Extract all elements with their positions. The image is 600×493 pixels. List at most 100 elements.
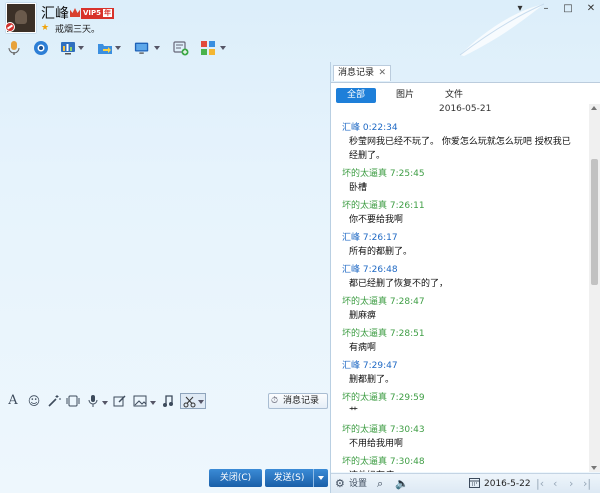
first-page-icon[interactable]: |‹ (536, 477, 544, 491)
vip-badge[interactable]: VIP5 年 (81, 8, 115, 19)
add-app-icon (173, 41, 189, 56)
chat-area: A ☺ 消息记录 (0, 62, 330, 493)
message-time: 7:28:51 (389, 329, 425, 339)
next-page-icon[interactable]: › (569, 477, 573, 491)
tab-message-history[interactable]: 消息记录 ✕ (333, 65, 391, 81)
add-app-button[interactable] (173, 40, 189, 58)
emoji-icon[interactable]: ☺ (27, 394, 41, 408)
message-header: 坏的太逼真 7:25:45 (342, 166, 425, 179)
message-sender[interactable]: 汇峰 (342, 123, 360, 133)
screen-share-button[interactable] (60, 40, 84, 58)
last-page-icon[interactable]: ›| (583, 477, 591, 491)
font-icon[interactable]: A (6, 394, 20, 408)
message-sender[interactable]: 坏的太逼真 (342, 425, 387, 435)
message-sender[interactable]: 坏的太逼真 (342, 457, 387, 467)
do-not-disturb-icon (5, 22, 15, 32)
message-header: 汇峰 7:26:17 (342, 230, 398, 243)
message-time: 7:30:48 (389, 457, 425, 467)
close-window-button[interactable]: ✕ (583, 3, 599, 15)
message-sender[interactable]: 坏的太逼真 (342, 297, 387, 307)
message-header: 坏的太逼真 7:26:11 (342, 198, 425, 211)
calendar-icon[interactable] (469, 477, 480, 492)
message-time: 7:29:59 (389, 393, 425, 403)
message-header: 坏的太逼真 7:28:51 (342, 326, 425, 339)
format-toolbar: A ☺ 消息记录 (0, 390, 330, 414)
message-time: 7:30:43 (389, 425, 425, 435)
message-sender[interactable]: 汇峰 (342, 361, 360, 371)
voice-message-icon[interactable] (86, 394, 100, 408)
message-header: 坏的太逼真 7:28:47 (342, 294, 425, 307)
message-sender[interactable]: 坏的太逼真 (342, 329, 387, 339)
scrollbar-thumb[interactable] (591, 159, 598, 285)
chevron-down-icon (154, 46, 160, 50)
video-camera-icon (34, 41, 48, 55)
filter-all[interactable]: 全部 (336, 88, 376, 103)
message-text: 这他妈有病 (349, 469, 571, 472)
message-sender[interactable]: 坏的太逼真 (342, 393, 387, 403)
contact-name[interactable]: 汇峰 (41, 3, 69, 23)
microphone-icon (8, 41, 20, 55)
music-icon[interactable] (161, 394, 175, 408)
message-sender[interactable]: 坏的太逼真 (342, 169, 387, 179)
send-button[interactable]: 发送(S) (265, 469, 313, 487)
vip-label: VIP5 (83, 9, 102, 17)
volume-icon[interactable]: 🔈 (395, 477, 409, 491)
message-log[interactable]: 2016-05-21 汇峰 0:22:34 秒莹网我已经不玩了。 你爱怎么玩就怎么… (331, 104, 589, 472)
voice-call-button[interactable] (6, 40, 22, 58)
chevron-down-icon (78, 46, 84, 50)
skin-button[interactable]: ▾ (512, 3, 528, 15)
chevron-down-icon[interactable] (102, 401, 108, 405)
magic-wand-icon[interactable] (47, 394, 61, 408)
message-sender[interactable]: 汇峰 (342, 265, 360, 275)
close-button[interactable]: 关闭(C) (209, 469, 262, 487)
message-header: 汇峰 7:29:47 (342, 358, 398, 371)
history-panel: 消息记录 ✕ 全部 图片 文件 2016-05-21 汇峰 0:22:34 秒莹网… (331, 62, 600, 493)
message-text: 都已经删了恢复不的了， (349, 279, 449, 289)
filter-images[interactable]: 图片 (385, 88, 425, 103)
prev-page-icon[interactable]: ‹ (553, 477, 557, 491)
screenshot-button[interactable] (180, 393, 206, 409)
history-filter-bar: 全部 图片 文件 (331, 82, 600, 104)
message-time: 7:26:11 (389, 201, 425, 211)
close-tab-icon[interactable]: ✕ (378, 66, 386, 81)
message-text: 你不要给我啊 (349, 215, 404, 225)
chevron-down-icon (115, 46, 121, 50)
chevron-down-icon[interactable] (150, 401, 156, 405)
message-sender[interactable]: 坏的太逼真 (342, 201, 387, 211)
message-text: 艹 (349, 407, 359, 417)
message-header: 坏的太逼真 7:30:43 (342, 422, 425, 435)
scissors-icon (183, 396, 196, 408)
scroll-down-icon[interactable] (591, 466, 597, 470)
remote-desktop-icon (134, 42, 149, 54)
shake-window-icon[interactable] (66, 394, 80, 408)
message-text: 删麻痹 (349, 311, 377, 321)
scroll-up-icon[interactable] (591, 106, 597, 110)
settings-label[interactable]: 设置 (349, 477, 367, 491)
crown-icon (70, 8, 80, 17)
message-header: 汇峰 0:22:34 (342, 120, 398, 133)
send-options-button[interactable] (313, 469, 328, 487)
message-header: 汇峰 7:26:48 (342, 262, 398, 275)
maximize-button[interactable]: □ (560, 3, 576, 15)
search-icon[interactable]: ⌕ (377, 477, 383, 491)
video-call-button[interactable] (33, 40, 49, 58)
message-text: 所有的都删了。 (349, 247, 413, 257)
file-transfer-button[interactable] (97, 40, 121, 58)
message-input[interactable] (0, 414, 330, 466)
filter-files[interactable]: 文件 (434, 88, 474, 103)
minimize-button[interactable]: – (538, 3, 554, 15)
message-sender[interactable]: 汇峰 (342, 233, 360, 243)
history-scrollbar[interactable] (589, 104, 600, 472)
star-icon: ★ (41, 23, 50, 33)
current-date: 2016-5-22 (484, 479, 531, 489)
settings-icon[interactable]: ⚙ (335, 477, 345, 491)
edit-icon[interactable] (113, 394, 127, 408)
message-view[interactable] (0, 62, 330, 390)
feather-decoration (459, 3, 545, 56)
apps-menu-button[interactable] (200, 40, 226, 58)
tab-label: 消息记录 (338, 68, 375, 78)
image-icon[interactable] (133, 394, 147, 408)
message-history-button[interactable]: 消息记录 (268, 393, 328, 409)
message-header: 坏的太逼真 7:29:59 (342, 390, 425, 403)
remote-desktop-button[interactable] (134, 40, 160, 58)
